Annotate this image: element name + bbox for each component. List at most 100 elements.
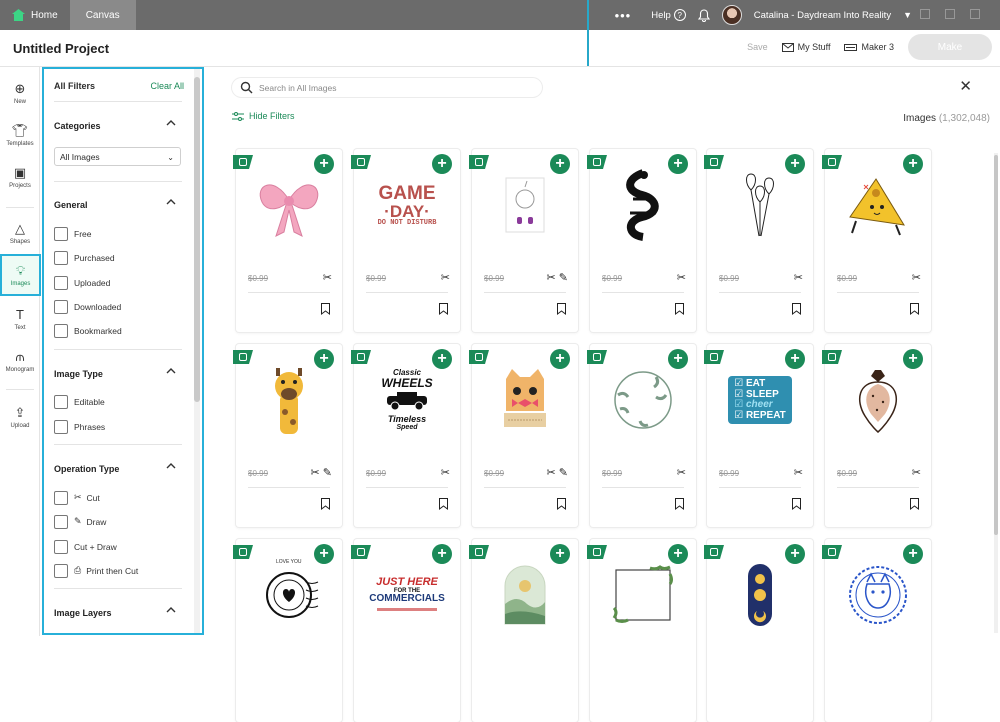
add-image-button[interactable]: +: [903, 544, 923, 564]
search-input[interactable]: Search in All Images: [259, 83, 336, 93]
image-card[interactable]: + $0.99 ✂: [233, 149, 342, 332]
bookmark-icon[interactable]: [557, 303, 566, 315]
image-card[interactable]: +: [704, 539, 813, 722]
help-link[interactable]: Help ?: [651, 9, 686, 21]
image-card[interactable]: + $0.99 ✂: [587, 149, 696, 332]
filter-print-then-cut[interactable]: ⎙ Print then Cut: [54, 563, 138, 578]
add-image-button[interactable]: +: [314, 349, 334, 369]
save-button[interactable]: Save: [747, 42, 768, 52]
checkbox[interactable]: [54, 299, 68, 314]
filter-editable[interactable]: Editable: [54, 394, 105, 409]
checkbox[interactable]: [54, 275, 68, 290]
tool-monogram[interactable]: ⫙ Monogram: [0, 341, 40, 381]
add-image-button[interactable]: +: [314, 544, 334, 564]
filter-draw[interactable]: ✎ Draw: [54, 514, 106, 529]
tab-canvas[interactable]: Canvas: [69, 0, 136, 30]
bookmark-icon[interactable]: [675, 303, 684, 315]
filter-phrases[interactable]: Phrases: [54, 419, 105, 434]
checkbox[interactable]: [54, 394, 68, 409]
image-card[interactable]: +: [587, 539, 696, 722]
close-icon[interactable]: ✕: [959, 77, 972, 95]
add-image-button[interactable]: +: [550, 154, 570, 174]
chevron-up-icon[interactable]: [166, 118, 176, 128]
chevron-down-icon[interactable]: ▼: [903, 10, 912, 20]
image-card[interactable]: +: [822, 539, 931, 722]
more-options-icon[interactable]: •••: [615, 8, 632, 23]
machine-button[interactable]: Maker 3: [844, 42, 894, 52]
tab-home[interactable]: Home: [0, 0, 70, 30]
checkbox[interactable]: [54, 323, 68, 338]
search-bar[interactable]: Search in All Images: [232, 78, 542, 97]
image-card[interactable]: + $0.99 ✂: [587, 344, 696, 527]
image-card[interactable]: + $0.99 ✂ ✎: [469, 344, 578, 527]
tool-projects[interactable]: ▣ Projects: [0, 157, 40, 197]
add-image-button[interactable]: +: [314, 154, 334, 174]
tool-new[interactable]: ⊕ New: [0, 73, 40, 113]
add-image-button[interactable]: +: [668, 154, 688, 174]
add-image-button[interactable]: +: [668, 544, 688, 564]
image-card[interactable]: + $0.99 ✂: [822, 344, 931, 527]
bookmark-icon[interactable]: [910, 303, 919, 315]
add-image-button[interactable]: +: [903, 154, 923, 174]
checkbox[interactable]: [54, 539, 68, 554]
add-image-button[interactable]: +: [785, 349, 805, 369]
hide-filters-button[interactable]: Hide Filters: [232, 111, 295, 121]
avatar[interactable]: [721, 5, 742, 25]
tool-images[interactable]: 💡︎ Images: [0, 254, 41, 296]
add-image-button[interactable]: +: [432, 349, 452, 369]
add-image-button[interactable]: +: [903, 349, 923, 369]
image-card[interactable]: LOVE YOU +: [233, 539, 342, 722]
add-image-button[interactable]: +: [432, 544, 452, 564]
add-image-button[interactable]: +: [550, 544, 570, 564]
tool-templates[interactable]: 👕︎ Templates: [0, 115, 40, 155]
bookmark-icon[interactable]: [792, 303, 801, 315]
user-name[interactable]: Catalina - Daydream Into Reality: [754, 10, 891, 21]
filter-bookmarked[interactable]: Bookmarked: [54, 323, 122, 338]
tool-shapes[interactable]: △ Shapes: [0, 213, 40, 253]
tool-upload[interactable]: ⇪ Upload: [0, 397, 40, 437]
bookmark-icon[interactable]: [792, 498, 801, 510]
bookmark-icon[interactable]: [321, 303, 330, 315]
add-image-button[interactable]: +: [432, 154, 452, 174]
checkbox[interactable]: [54, 419, 68, 434]
checkbox[interactable]: [54, 490, 68, 505]
image-card[interactable]: + $0.99 ✂ ✎: [469, 149, 578, 332]
chevron-up-icon[interactable]: [166, 605, 176, 615]
checkbox[interactable]: [54, 514, 68, 529]
filter-cut[interactable]: ✂ Cut: [54, 490, 100, 505]
image-card[interactable]: Classic WHEELS Timeless Speed + $0.99 ✂: [351, 344, 460, 527]
image-card[interactable]: ☑ EAT ☑ SLEEP ☑ cheer ☑ REPEAT + $0.99 ✂: [704, 344, 813, 527]
add-image-button[interactable]: +: [668, 349, 688, 369]
filter-free[interactable]: Free: [54, 226, 91, 241]
my-stuff-button[interactable]: My Stuff: [781, 42, 830, 52]
clear-all-link[interactable]: Clear All: [150, 81, 184, 91]
chevron-up-icon[interactable]: [166, 461, 176, 471]
bookmark-icon[interactable]: [675, 498, 684, 510]
make-button[interactable]: Make: [908, 34, 992, 60]
image-card[interactable]: + $0.99 ✂: [704, 149, 813, 332]
filter-downloaded[interactable]: Downloaded: [54, 299, 121, 314]
image-card[interactable]: +: [469, 539, 578, 722]
bookmark-icon[interactable]: [910, 498, 919, 510]
results-scrollbar-thumb[interactable]: [994, 155, 998, 535]
categories-select[interactable]: All Images ⌄: [54, 147, 181, 166]
checkbox[interactable]: [54, 250, 68, 265]
add-image-button[interactable]: +: [785, 154, 805, 174]
image-card[interactable]: JUST HERE FOR THE COMMERCIALS ▬▬▬▬▬▬ +: [351, 539, 460, 722]
bookmark-icon[interactable]: [321, 498, 330, 510]
filter-scrollbar-thumb[interactable]: [194, 77, 200, 402]
chevron-up-icon[interactable]: [166, 366, 176, 376]
image-card[interactable]: + $0.99 ✂: [822, 149, 931, 332]
checkbox[interactable]: [54, 563, 68, 578]
checkbox[interactable]: [54, 226, 68, 241]
filter-uploaded[interactable]: Uploaded: [54, 275, 110, 290]
filter-purchased[interactable]: Purchased: [54, 250, 115, 265]
filter-cut-draw[interactable]: Cut + Draw: [54, 539, 117, 554]
tool-text[interactable]: T Text: [0, 299, 40, 339]
add-image-button[interactable]: +: [550, 349, 570, 369]
bell-icon[interactable]: [697, 8, 710, 22]
bookmark-icon[interactable]: [439, 498, 448, 510]
bookmark-icon[interactable]: [557, 498, 566, 510]
add-image-button[interactable]: +: [785, 544, 805, 564]
image-card[interactable]: + $0.99 ✂ ✎: [233, 344, 342, 527]
